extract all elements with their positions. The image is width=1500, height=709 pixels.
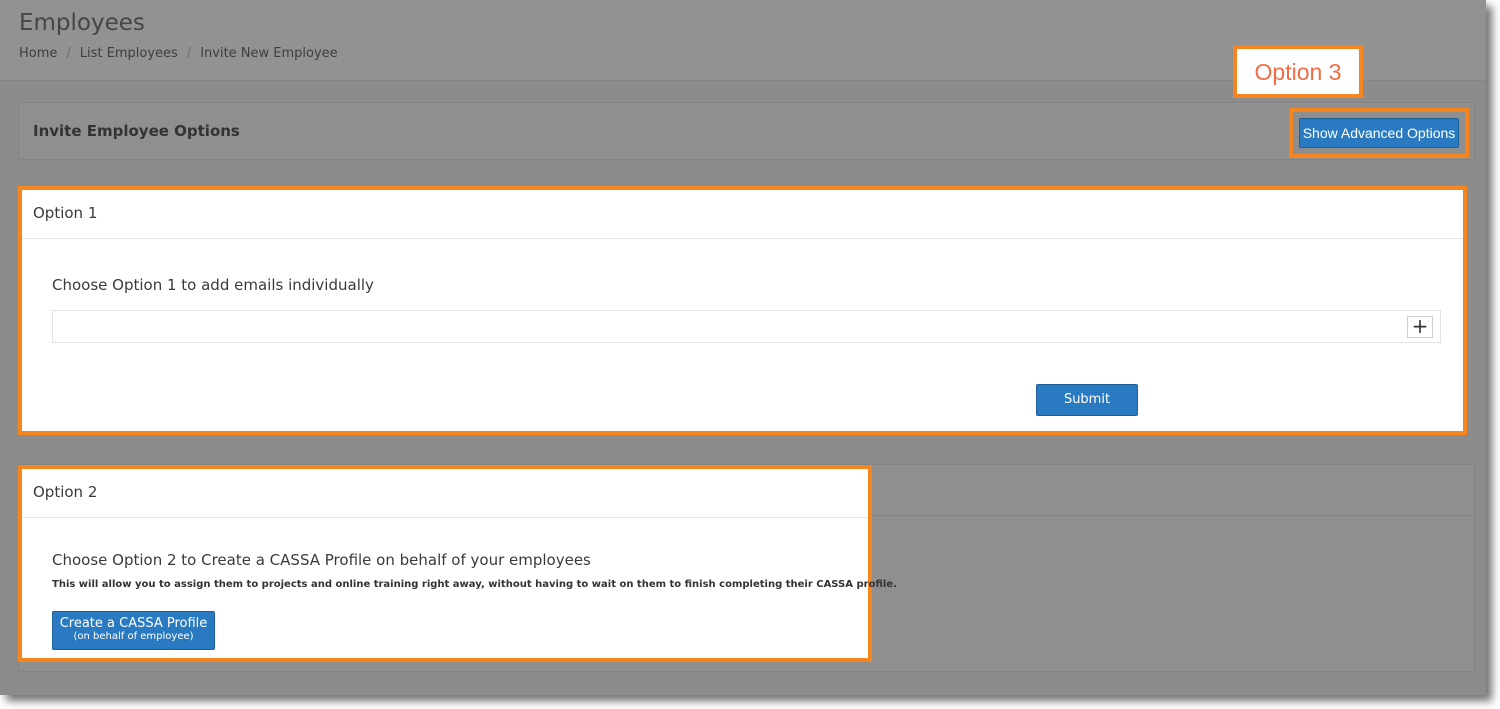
page-title: Employees xyxy=(19,10,145,36)
invite-options-panel: Invite Employee Options xyxy=(18,102,1475,160)
option1-header: Option 1 xyxy=(22,190,1463,239)
option1-title: Option 1 xyxy=(33,204,98,222)
submit-button[interactable]: Submit xyxy=(1036,384,1138,416)
option2-title: Option 2 xyxy=(33,483,98,501)
create-cassa-profile-sublabel: (on behalf of employee) xyxy=(73,631,194,642)
create-cassa-profile-button[interactable]: Create a CASSA Profile (on behalf of emp… xyxy=(52,611,215,650)
breadcrumb-current: Invite New Employee xyxy=(200,46,338,61)
app-window: Employees Home / List Employees / Invite New… xyxy=(0,0,1486,695)
option3-callout: Option 3 xyxy=(1233,45,1363,98)
breadcrumb-home[interactable]: Home xyxy=(19,46,57,61)
option2-heading: Choose Option 2 to Create a CASSA Profil… xyxy=(52,551,591,569)
option1-card: Option 1 Choose Option 1 to add emails i… xyxy=(18,186,1467,435)
plus-icon: + xyxy=(1411,314,1429,338)
breadcrumb-separator: / xyxy=(186,46,192,61)
invite-options-title: Invite Employee Options xyxy=(33,122,240,140)
option2-header: Option 2 xyxy=(22,469,868,518)
option3-callout-label: Option 3 xyxy=(1254,59,1342,85)
advanced-options-highlight: Show Advanced Options xyxy=(1289,108,1469,158)
breadcrumb-list-employees[interactable]: List Employees xyxy=(80,46,178,61)
email-input-row: + xyxy=(52,310,1441,343)
add-email-button[interactable]: + xyxy=(1407,316,1433,338)
create-cassa-profile-label: Create a CASSA Profile xyxy=(59,616,208,631)
breadcrumb: Home / List Employees / Invite New Employee xyxy=(19,46,338,61)
show-advanced-options-button[interactable]: Show Advanced Options xyxy=(1299,118,1459,148)
option2-card: Option 2 Choose Option 2 to Create a CAS… xyxy=(18,465,897,662)
email-input[interactable] xyxy=(57,315,1401,339)
breadcrumb-separator: / xyxy=(66,46,71,61)
option2-description: This will allow you to assign them to pr… xyxy=(52,579,897,590)
option1-heading: Choose Option 1 to add emails individual… xyxy=(52,276,374,294)
